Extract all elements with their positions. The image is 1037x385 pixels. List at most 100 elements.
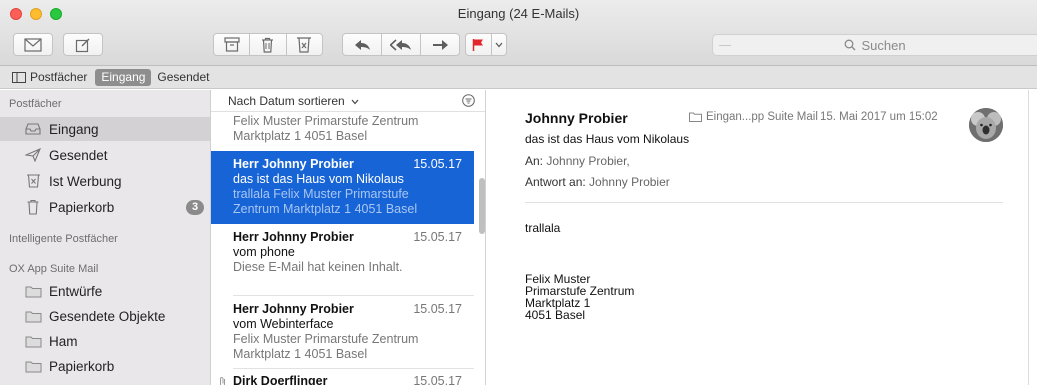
window-edge <box>1028 90 1037 385</box>
folder-icon <box>25 311 41 322</box>
header-divider <box>525 202 1003 203</box>
list-item-partial[interactable]: Felix Muster Primarstufe Zentrum Marktpl… <box>211 114 474 144</box>
reply-icon <box>354 39 370 50</box>
list-item[interactable]: Herr Johnny Probier 15.05.17 vom Webinte… <box>211 302 474 362</box>
list-scrollbar[interactable] <box>479 178 485 234</box>
message-sender: Herr Johnny Probier <box>233 302 354 316</box>
trash-icon <box>262 37 274 53</box>
folder-icon <box>25 286 41 297</box>
message-folder[interactable]: Eingan...pp Suite Mail <box>689 111 818 123</box>
reply-to-label: Antwort an: <box>525 175 586 189</box>
sort-menu[interactable]: Nach Datum sortieren <box>228 94 359 108</box>
sort-label: Nach Datum sortieren <box>228 93 345 108</box>
list-sort-bar: Nach Datum sortieren <box>211 90 485 112</box>
folder-icon <box>25 361 41 372</box>
message-folder-label: Eingan...pp Suite Mail <box>706 111 818 123</box>
junk-button[interactable] <box>287 36 322 53</box>
message-list[interactable]: Nach Datum sortieren Felix Muster Primar… <box>211 90 486 385</box>
sidebar-item-label: Gesendete Objekte <box>49 308 166 324</box>
to-value[interactable]: Johnny Probier, <box>546 154 629 168</box>
forward-icon <box>432 39 448 50</box>
list-item[interactable]: Dirk Doerflinger 15.05.17 <box>211 374 474 385</box>
sidebar-item-label: Ham <box>49 333 78 349</box>
favorites-mailboxes-toggle[interactable]: Postfächer <box>8 69 91 86</box>
archive-delete-junk-group <box>213 33 323 56</box>
sidebar-item-account-trash[interactable]: Papierkorb <box>0 354 210 378</box>
sidebar-item-trash[interactable]: Papierkorb 3 <box>0 195 210 219</box>
archive-button[interactable] <box>214 37 249 52</box>
favorite-label: Gesendet <box>157 70 210 84</box>
message-preview: Zentrum Marktplatz 1 4051 Basel <box>233 202 418 216</box>
title-toolbar: Eingang (24 E-Mails) Suchen <box>0 0 1037 66</box>
favorite-sent[interactable]: Gesendet <box>153 69 213 86</box>
unread-count-badge: 3 <box>186 200 204 215</box>
attachment-icon <box>220 377 225 385</box>
message-body: trallala <box>525 221 561 235</box>
to-label: An: <box>525 154 544 168</box>
sidebar-item-ham[interactable]: Ham <box>0 329 210 353</box>
mailbox-sidebar: Postfächer Eingang Gesendet Ist Werbung … <box>0 90 211 385</box>
reply-group <box>342 33 460 56</box>
sidebar-section-header[interactable]: OX App Suite Mail <box>9 263 98 275</box>
message-sender: Herr Johnny Probier <box>233 157 354 171</box>
message-signature: Felix Muster Primarstufe Zentrum Marktpl… <box>525 273 634 321</box>
favorite-label: Postfächer <box>30 70 88 84</box>
list-item[interactable]: Herr Johnny Probier 15.05.17 das ist das… <box>211 151 474 224</box>
sidebar-item-label: Ist Werbung <box>49 173 122 189</box>
sidebar-item-label: Entwürfe <box>49 283 103 299</box>
message-preview: Diese E-Mail hat keinen Inhalt. <box>233 260 403 274</box>
chevron-down-icon <box>351 99 359 104</box>
sidebar-section-header: Postfächer <box>9 98 62 110</box>
sidebar-item-junk[interactable]: Ist Werbung <box>0 169 210 193</box>
get-mail-icon <box>24 37 42 52</box>
chevron-down-icon <box>495 42 503 47</box>
trash-icon <box>27 199 39 215</box>
search-icon <box>845 39 856 51</box>
compose-button[interactable] <box>63 33 103 56</box>
reply-all-button[interactable] <box>382 38 420 51</box>
message-sender: Herr Johnny Probier <box>233 230 354 244</box>
sidebar-item-inbox[interactable]: Eingang <box>0 117 210 141</box>
message-reply-to: Antwort an: Johnny Probier <box>525 175 670 189</box>
sent-icon <box>25 148 41 162</box>
reply-to-value[interactable]: Johnny Probier <box>589 175 670 189</box>
compose-icon <box>75 38 90 52</box>
sidebar-item-label: Papierkorb <box>49 358 115 374</box>
message-preview: trallala Felix Muster Primarstufe <box>233 187 409 201</box>
folder-icon <box>689 112 702 122</box>
get-mail-button[interactable] <box>13 33 53 56</box>
sidebar-section-header[interactable]: Intelligente Postfächer <box>9 233 118 245</box>
message-subject: das ist das Haus vom Nikolaus <box>525 132 690 146</box>
filter-icon[interactable] <box>462 94 475 107</box>
sidebar-item-drafts[interactable]: Entwürfe <box>0 279 210 303</box>
forward-button[interactable] <box>421 39 459 51</box>
message-date: 15.05.17 <box>413 157 462 171</box>
sidebar-item-label: Eingang <box>49 121 99 137</box>
sidebar-item-sent[interactable]: Gesendet <box>0 143 210 167</box>
delete-button[interactable] <box>250 37 285 53</box>
favorite-inbox[interactable]: Eingang <box>95 68 152 86</box>
junk-icon <box>26 174 40 188</box>
flag-button-group <box>465 33 507 56</box>
reply-button[interactable] <box>343 39 381 51</box>
message-date: 15.05.17 <box>413 302 462 316</box>
flag-icon <box>473 38 484 51</box>
message-date: 15.05.17 <box>413 230 462 244</box>
message-date: 15.05.17 <box>413 374 462 385</box>
message-sender: Dirk Doerflinger <box>233 374 328 385</box>
sidebar-item-sent-objects[interactable]: Gesendete Objekte <box>0 304 210 328</box>
search-placeholder: Suchen <box>861 37 906 53</box>
list-item[interactable]: Herr Johnny Probier 15.05.17 vom phone D… <box>211 230 474 275</box>
message-to: An: Johnny Probier, <box>525 154 630 168</box>
message-preview: Marktplatz 1 4051 Basel <box>233 129 368 143</box>
favorite-label: Eingang <box>101 70 146 84</box>
flag-menu-button[interactable] <box>492 42 506 48</box>
message-subject: das ist das Haus vom Nikolaus <box>233 172 404 186</box>
sidebar-toggle-icon <box>12 71 26 83</box>
junk-icon <box>297 36 312 53</box>
flag-button[interactable] <box>466 38 491 52</box>
sidebar-item-label: Gesendet <box>49 147 108 163</box>
search-field[interactable]: Suchen <box>712 34 1037 56</box>
message-preview: Felix Muster Primarstufe Zentrum <box>233 114 419 128</box>
window-title: Eingang (24 E-Mails) <box>457 6 580 21</box>
